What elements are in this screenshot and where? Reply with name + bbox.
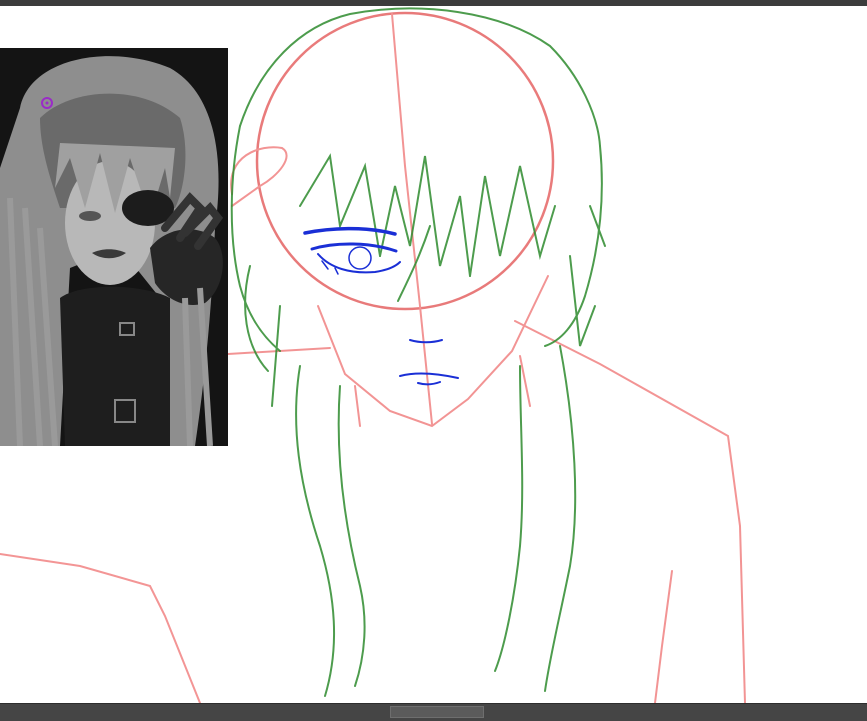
bottom-status-bar xyxy=(0,703,867,721)
hair-long-left-2 xyxy=(337,385,366,687)
hair-long-right xyxy=(494,365,524,672)
mouth-lower xyxy=(417,381,441,386)
hair-long-right-2 xyxy=(544,345,577,692)
reference-photo[interactable] xyxy=(0,48,228,446)
arm-guide-left xyxy=(0,553,201,703)
hair-side-left xyxy=(244,265,281,407)
scrollbar-thumb[interactable] xyxy=(390,706,484,718)
horizontal-scrollbar[interactable] xyxy=(0,704,867,721)
drawing-canvas[interactable] xyxy=(0,6,867,703)
center-line-guide xyxy=(391,13,433,425)
bangs-3 xyxy=(469,165,556,277)
hair-outline-right xyxy=(544,145,603,347)
hair-strand-front xyxy=(397,225,431,302)
hair-long-left xyxy=(295,365,336,697)
mouth-upper xyxy=(399,372,459,379)
neck-guide xyxy=(354,355,531,427)
shoulder-guide-right xyxy=(514,320,746,703)
hair-outline-top xyxy=(239,7,601,147)
color-picker-marker-dot xyxy=(45,101,49,105)
eye-upper-lid xyxy=(310,242,398,253)
eye-iris xyxy=(348,246,372,270)
hair-layer xyxy=(230,7,606,697)
nose-stroke xyxy=(409,339,443,344)
bangs-1 xyxy=(299,153,381,257)
portrait-illustration xyxy=(0,48,228,446)
portrait-eye xyxy=(79,211,101,221)
eyebrow-stroke xyxy=(303,226,397,236)
bangs-2 xyxy=(379,155,471,277)
arm-guide-right xyxy=(654,570,673,703)
